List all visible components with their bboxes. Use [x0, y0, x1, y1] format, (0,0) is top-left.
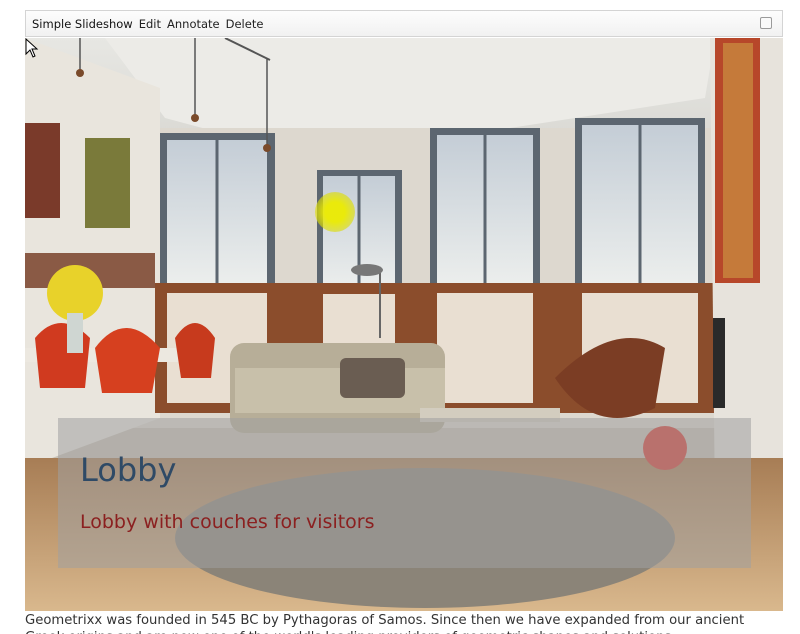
toolbar-delete-button[interactable]: Delete — [226, 17, 264, 31]
slide-title: Lobby — [80, 451, 177, 489]
slide-description: Lobby with couches for visitors — [80, 511, 375, 533]
mouse-pointer-icon — [25, 38, 39, 58]
click-highlight — [315, 192, 355, 232]
slideshow-image[interactable]: Lobby Lobby with couches for visitors — [25, 38, 783, 611]
toolbar-edit-button[interactable]: Edit — [139, 17, 161, 31]
toolbar-checkbox[interactable] — [760, 17, 772, 29]
toolbar-annotate-button[interactable]: Annotate — [167, 17, 220, 31]
body-paragraph: Geometrixx was founded in 545 BC by Pyth… — [25, 613, 745, 634]
toolbar-component-name: Simple Slideshow — [32, 16, 133, 31]
component-toolbar: Simple Slideshow Edit Annotate Delete — [25, 10, 783, 37]
slide-caption: Lobby Lobby with couches for visitors — [58, 418, 751, 568]
